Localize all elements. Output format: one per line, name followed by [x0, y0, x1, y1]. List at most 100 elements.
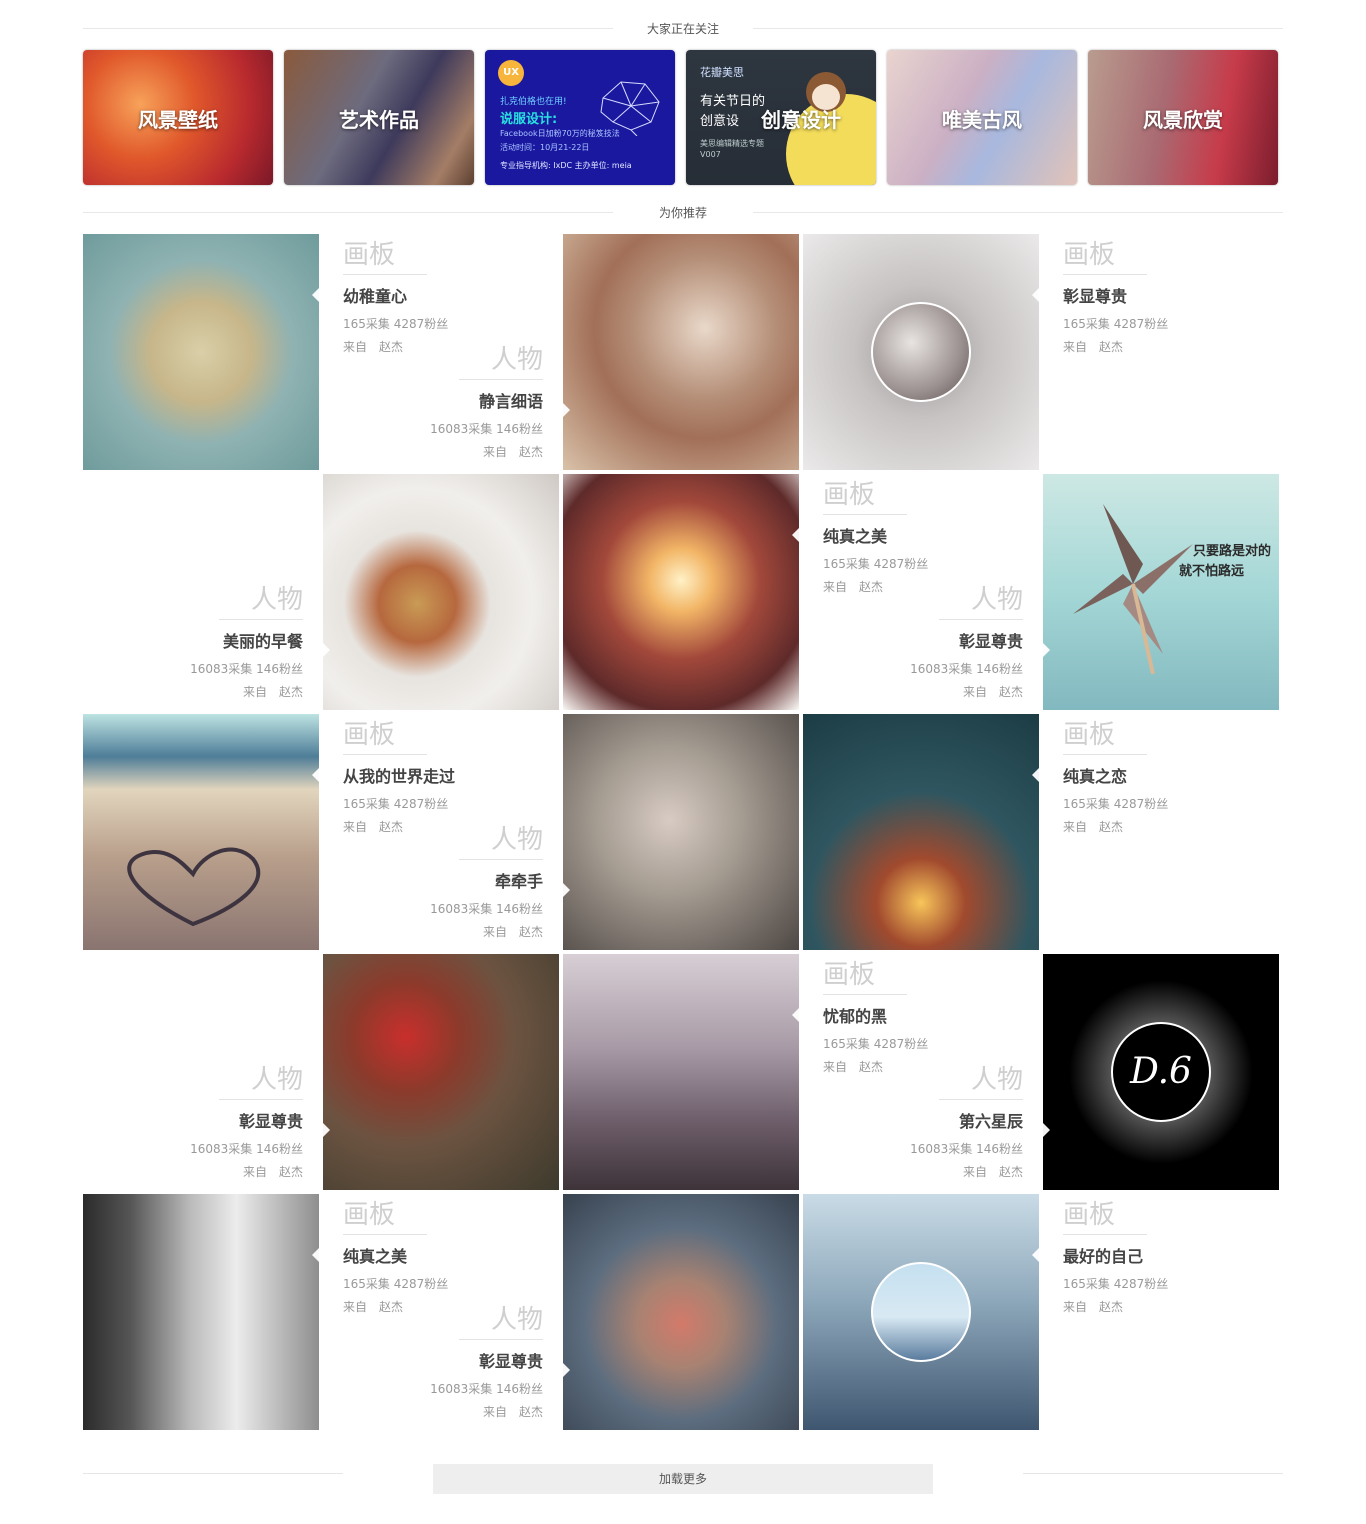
board-name-link[interactable]: 最好的自己 — [1063, 1243, 1168, 1267]
tag-label: 唯美古风 — [942, 108, 1022, 132]
brand-logo: 花瓣美思 — [700, 66, 744, 79]
person-info-card: 人物 美丽的早餐 16083采集 146粉丝 来自 赵杰 — [83, 474, 319, 710]
d6-logo-icon: D.6 — [1111, 1022, 1211, 1122]
board-cover-image[interactable] — [83, 234, 319, 470]
author-link[interactable]: 赵杰 — [859, 580, 883, 594]
person-name-link[interactable]: 第六星辰 — [910, 1108, 1023, 1132]
tag-label: 风景壁纸 — [138, 108, 218, 132]
divider — [823, 994, 907, 995]
board-cover-image[interactable] — [83, 1194, 319, 1430]
author-link[interactable]: 赵杰 — [519, 1405, 543, 1419]
board-stats: 165采集 4287粉丝 — [1063, 1277, 1169, 1291]
person-source: 来自 赵杰 — [482, 925, 543, 939]
load-more-bar: 加载更多 — [83, 1464, 1283, 1494]
author-link[interactable]: 赵杰 — [1099, 340, 1123, 354]
person-photo[interactable] — [323, 954, 559, 1190]
card-type-label: 人物 — [970, 1065, 1023, 1095]
promo-sub: V007 — [700, 150, 721, 159]
person-photo[interactable] — [323, 474, 559, 710]
person-name-link[interactable]: 彰显尊贵 — [190, 1108, 303, 1132]
person-name-link[interactable]: 彰显尊贵 — [910, 628, 1023, 652]
event-date: 活动时间：10月21-22日 — [500, 143, 590, 152]
board-cover-image[interactable] — [83, 714, 319, 950]
tag-card-creative-design[interactable]: 花瓣美思 有关节日的 创意设 美思编辑精选专题 V007 创意设计 — [686, 50, 876, 185]
divider — [1023, 1473, 1283, 1474]
author-link[interactable]: 赵杰 — [999, 1165, 1023, 1179]
pointer-arrow — [312, 768, 319, 782]
event-tagline: 扎克伯格也在用! — [500, 97, 567, 107]
divider — [459, 1339, 543, 1340]
board-cover-image[interactable] — [803, 234, 1039, 470]
pointer-arrow — [563, 403, 570, 417]
divider — [823, 514, 907, 515]
board-name-link[interactable]: 纯真之美 — [823, 523, 928, 547]
author-link[interactable]: 赵杰 — [519, 925, 543, 939]
person-photo[interactable] — [563, 234, 799, 470]
board-info-card: 画板 从我的世界走过 165采集 4287粉丝 来自 赵杰 人物 牵牵手 1608… — [323, 714, 559, 950]
card-type-label: 画板 — [1063, 1200, 1116, 1230]
board-stats: 165采集 4287粉丝 — [343, 797, 449, 811]
divider — [939, 1099, 1023, 1100]
board-info-card: 画板 忧郁的黑 165采集 4287粉丝 来自 赵杰 人物 第六星辰 16083采… — [803, 954, 1039, 1190]
tag-card-landscape-appreciation[interactable]: 风景欣赏 — [1088, 50, 1278, 185]
person-name-link[interactable]: 美丽的早餐 — [190, 628, 303, 652]
author-link[interactable]: 赵杰 — [519, 445, 543, 459]
tag-card-ancient-style[interactable]: 唯美古风 — [887, 50, 1077, 185]
author-link[interactable]: 赵杰 — [1099, 1300, 1123, 1314]
board-name-link[interactable]: 忧郁的黑 — [823, 1003, 928, 1027]
quote-text: 就不怕路远 — [1179, 564, 1245, 579]
person-photo[interactable] — [563, 714, 799, 950]
person-photo[interactable]: 只要路是对的 就不怕路远 — [1043, 474, 1279, 710]
board-name-link[interactable]: 从我的世界走过 — [343, 763, 455, 787]
board-info-card: 画板 最好的自己 165采集 4287粉丝 来自 赵杰 — [1043, 1194, 1279, 1430]
divider — [459, 379, 543, 380]
avatar — [871, 302, 971, 402]
tag-label: 艺术作品 — [339, 108, 419, 132]
board-cover-image[interactable] — [803, 1194, 1039, 1430]
pointer-arrow — [563, 883, 570, 897]
board-cover-image[interactable] — [563, 474, 799, 710]
recommend-grid: 画板 幼稚童心 165采集 4287粉丝 来自 赵杰 人物 静言细语 16083采… — [83, 234, 1283, 1434]
board-name-link[interactable]: 彰显尊贵 — [1063, 283, 1168, 307]
tag-card-landscape-wallpaper[interactable]: 风景壁纸 — [83, 50, 273, 185]
author-link[interactable]: 赵杰 — [379, 340, 403, 354]
card-type-label: 人物 — [490, 1305, 543, 1335]
person-source: 来自 赵杰 — [962, 685, 1023, 699]
brain-network-icon — [600, 81, 660, 136]
board-name-link[interactable]: 纯真之恋 — [1063, 763, 1168, 787]
person-stats: 16083采集 146粉丝 — [910, 662, 1023, 676]
person-photo[interactable]: D.6 — [1043, 954, 1279, 1190]
board-name-link[interactable]: 幼稚童心 — [343, 283, 448, 307]
author-link[interactable]: 赵杰 — [1099, 820, 1123, 834]
pointer-arrow — [1032, 768, 1039, 782]
author-link[interactable]: 赵杰 — [379, 1300, 403, 1314]
tag-label: 创意设计 — [761, 108, 841, 132]
pointer-arrow — [312, 1248, 319, 1262]
author-link[interactable]: 赵杰 — [999, 685, 1023, 699]
pointer-arrow — [312, 288, 319, 302]
pointer-arrow — [792, 528, 799, 542]
section-following-header: 大家正在关注 — [83, 18, 1283, 38]
board-name-link[interactable]: 纯真之美 — [343, 1243, 448, 1267]
board-cover-image[interactable] — [563, 954, 799, 1190]
tag-card-ux-event[interactable]: UX 扎克伯格也在用! 说服设计: Facebook日加粉70万的秘笈技法 活动… — [485, 50, 675, 185]
divider — [1063, 274, 1147, 275]
load-more-button[interactable]: 加载更多 — [433, 1464, 933, 1494]
board-cover-image[interactable] — [803, 714, 1039, 950]
board-info-card: 画板 纯真之美 165采集 4287粉丝 来自 赵杰 人物 彰显尊贵 16083采… — [323, 1194, 559, 1430]
person-photo[interactable] — [563, 1194, 799, 1430]
person-name-link[interactable]: 牵牵手 — [430, 868, 543, 892]
person-name-link[interactable]: 静言细语 — [430, 388, 543, 412]
tag-card-artwork[interactable]: 艺术作品 — [284, 50, 474, 185]
event-organizers: 专业指导机构: IxDC 主办单位: meia — [500, 161, 632, 170]
board-stats: 165采集 4287粉丝 — [1063, 317, 1169, 331]
person-source: 来自 赵杰 — [962, 1165, 1023, 1179]
ux-badge-icon: UX — [498, 60, 524, 86]
author-link[interactable]: 赵杰 — [859, 1060, 883, 1074]
author-link[interactable]: 赵杰 — [379, 820, 403, 834]
author-link[interactable]: 赵杰 — [279, 1165, 303, 1179]
person-source: 来自 赵杰 — [242, 1165, 303, 1179]
promo-sub: 美思编辑精选专题 — [700, 139, 764, 148]
author-link[interactable]: 赵杰 — [279, 685, 303, 699]
person-name-link[interactable]: 彰显尊贵 — [430, 1348, 543, 1372]
